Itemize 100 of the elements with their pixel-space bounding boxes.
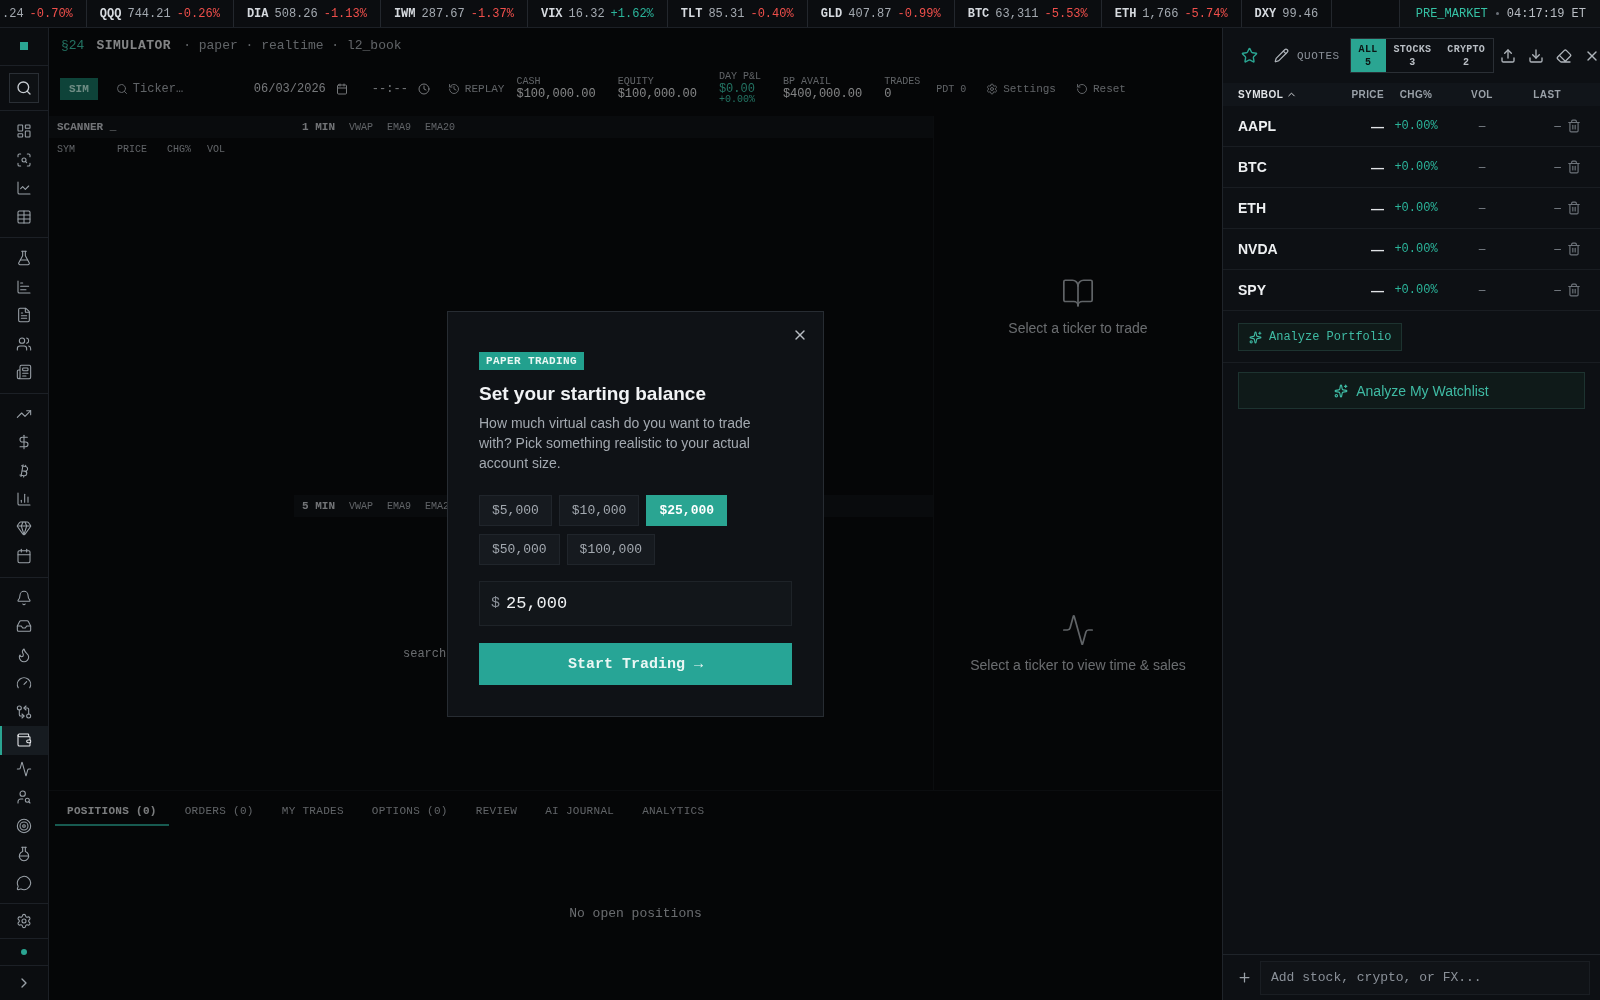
- last-cell-text: –: [1553, 201, 1561, 215]
- sparkle-icon: [1334, 383, 1349, 398]
- column-header[interactable]: PRICE: [1351, 89, 1384, 100]
- tab[interactable]: REVIEW: [463, 797, 530, 826]
- ticker-price: 508.26: [274, 6, 318, 21]
- stat-label: EQUITY: [617, 77, 655, 88]
- star-icon: [1241, 47, 1258, 64]
- replay-button[interactable]: REPLAY: [447, 83, 505, 95]
- section-code: §24: [61, 37, 85, 53]
- ticker-price: 287.67: [421, 6, 465, 21]
- tab[interactable]: MY TRADES: [269, 797, 356, 826]
- amount-preset[interactable]: $50,000: [479, 534, 560, 565]
- price-cell-text: —: [1370, 159, 1384, 175]
- amount-preset[interactable]: $5,000: [479, 495, 552, 526]
- tab[interactable]: OPTIONS (0): [359, 797, 460, 826]
- symbol-cell-text: BTC: [1238, 159, 1268, 175]
- trash-icon: [1567, 201, 1581, 215]
- date-field[interactable]: 06/03/2026: [253, 82, 326, 96]
- eraser-icon: [1556, 47, 1573, 64]
- stat-label: TRADES: [884, 77, 921, 88]
- indicator-toggle[interactable]: EMA9: [387, 500, 412, 512]
- ticker-symbol: GLD: [820, 6, 843, 21]
- page-title: SIMULATOR: [96, 37, 172, 53]
- stat-label: BP AVAIL: [782, 77, 832, 88]
- trash-icon: [1567, 283, 1581, 297]
- inbox-icon: [16, 618, 32, 635]
- chat-icon: [16, 874, 32, 891]
- reset-button[interactable]: Reset: [1075, 83, 1126, 95]
- clock-icon: [417, 83, 430, 95]
- document-icon: [16, 307, 32, 324]
- tab[interactable]: POSITIONS (0): [55, 797, 169, 826]
- ticker-change: +1.62%: [610, 6, 654, 21]
- symbol-cell-text: ETH: [1238, 200, 1267, 216]
- empty-message: Select a ticker to trade: [1008, 319, 1148, 336]
- indicator-toggle[interactable]: EMA9: [387, 121, 412, 133]
- upload-icon: [1500, 47, 1517, 64]
- column-header[interactable]: SYMBOL: [1238, 89, 1298, 100]
- dashboard-icon: [16, 123, 32, 140]
- timeframe-label: 5 MIN: [302, 500, 335, 512]
- line-chart-icon: [16, 180, 32, 197]
- ticker-symbol: BTC: [967, 6, 990, 21]
- column-header: SYM: [57, 144, 76, 155]
- change-cell-text: +0.00%: [1393, 201, 1439, 215]
- newspaper-icon: [16, 364, 32, 381]
- sidebar-item[interactable]: [0, 726, 48, 755]
- settings-icon: [16, 913, 32, 929]
- pulse-icon: [16, 760, 32, 777]
- filter-tab[interactable]: CRYPTO 2: [1439, 39, 1494, 72]
- filter-tab[interactable]: STOCKS 3: [1385, 39, 1440, 72]
- change-cell-text: +0.00%: [1393, 283, 1439, 297]
- dialog-description: How much virtual cash do you want to trade with? Pick something realistic to your actual account size.: [479, 414, 752, 473]
- ticker-change: -0.70%: [29, 6, 73, 21]
- last-cell-text: –: [1553, 283, 1561, 297]
- search-icon: [16, 79, 32, 96]
- sparkle-icon: [1249, 330, 1262, 344]
- target-icon: [16, 817, 32, 834]
- indicator-toggle[interactable]: EMA20: [425, 121, 456, 133]
- column-header[interactable]: CHG%: [1399, 89, 1433, 100]
- column-header[interactable]: VOL: [1471, 89, 1493, 100]
- stat-value: $100,000.00: [516, 87, 596, 101]
- ticker-change: -5.74%: [1184, 6, 1228, 21]
- mode-badge: PAPER TRADING: [479, 352, 584, 370]
- ticker-symbol: DIA: [246, 6, 269, 21]
- tab[interactable]: AI JOURNAL: [533, 797, 627, 826]
- column-header[interactable]: LAST: [1533, 89, 1561, 100]
- amount-field[interactable]: $ 25,000: [479, 581, 792, 626]
- ticker-change: -0.99%: [897, 6, 941, 21]
- dollar-icon: [16, 434, 32, 451]
- amount-preset[interactable]: $100,000: [566, 534, 656, 565]
- ticker-change: -5.53%: [1044, 6, 1088, 21]
- clock-time: 04:17:19 ET: [1506, 6, 1586, 21]
- add-symbol-field[interactable]: Add stock, crypto, or FX...: [1260, 960, 1590, 995]
- tab[interactable]: ANALYTICS: [630, 797, 717, 826]
- amount-preset[interactable]: $25,000: [646, 495, 728, 526]
- tab[interactable]: ORDERS (0): [172, 797, 266, 826]
- analyze-portfolio-button[interactable]: Analyze Portfolio: [1238, 323, 1403, 351]
- stat-label: DAY P&L: [718, 72, 761, 83]
- amount-input[interactable]: 25,000: [506, 594, 706, 613]
- time-field[interactable]: --:--: [371, 82, 408, 96]
- last-cell-text: –: [1553, 242, 1561, 256]
- bar-chart-icon: [16, 278, 32, 295]
- currency-prefix: $: [491, 595, 500, 612]
- gem-icon: [16, 519, 32, 536]
- dialog-title: Set your starting balance: [479, 383, 707, 405]
- indicator-toggle[interactable]: VWAP: [349, 500, 374, 512]
- start-trading-button[interactable]: Start Trading →: [479, 643, 792, 685]
- filter-tab[interactable]: ALL 5: [1350, 39, 1386, 72]
- calendar-icon: [335, 83, 348, 95]
- column-header: CHG%: [167, 144, 192, 155]
- pencil-icon: [1274, 48, 1289, 63]
- stat-label: CASH: [516, 77, 542, 88]
- settings-button[interactable]: Settings: [986, 83, 1056, 95]
- amount-preset[interactable]: $10,000: [558, 495, 640, 526]
- ticker-field[interactable]: Ticker…: [132, 82, 223, 96]
- stat-change: +0.00%: [718, 95, 756, 106]
- volume-cell-text: –: [1477, 201, 1487, 215]
- search-button[interactable]: [9, 72, 39, 103]
- indicator-toggle[interactable]: VWAP: [349, 121, 374, 133]
- column-header: VOL: [207, 144, 226, 155]
- analyze-watchlist-button[interactable]: Analyze My Watchlist: [1238, 372, 1585, 409]
